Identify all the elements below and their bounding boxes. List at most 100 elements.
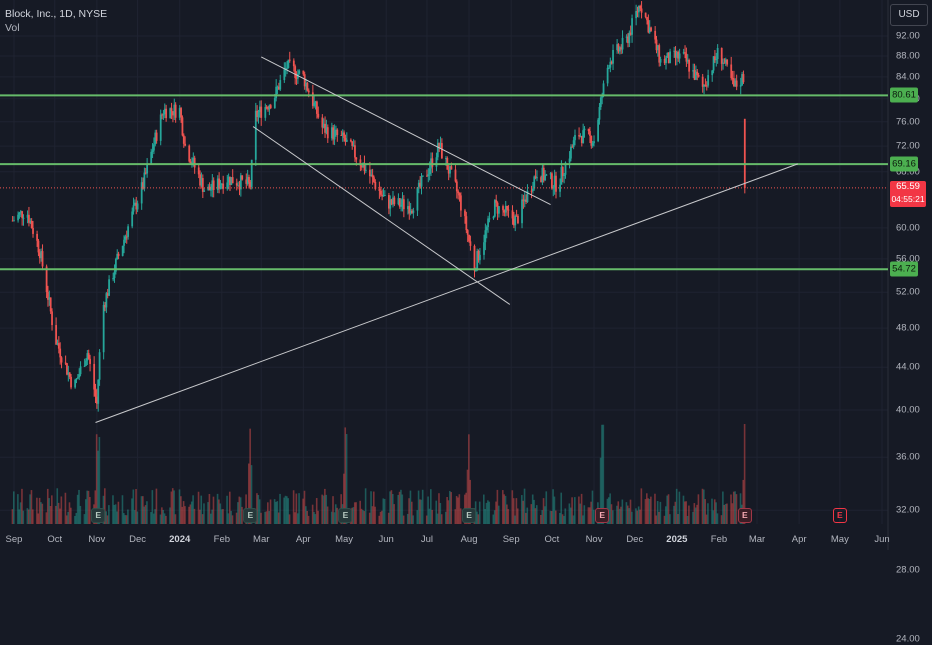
time-tick-label: Dec bbox=[626, 534, 644, 545]
time-tick-label: Sep bbox=[502, 534, 520, 545]
candle-body bbox=[517, 215, 519, 224]
price-chart[interactable] bbox=[0, 0, 932, 550]
volume-bar bbox=[70, 507, 72, 524]
candle-body bbox=[684, 52, 686, 54]
volume-bar bbox=[60, 496, 63, 524]
time-tick-label: Jul bbox=[420, 534, 434, 545]
volume-bar bbox=[184, 506, 186, 524]
candle-body bbox=[306, 82, 309, 91]
candle-body bbox=[621, 37, 624, 50]
time-tick-label: Nov bbox=[585, 534, 603, 545]
candle-body bbox=[112, 278, 115, 280]
volume-bar bbox=[155, 488, 158, 524]
candle-body bbox=[598, 107, 601, 120]
candle-body bbox=[155, 132, 158, 141]
candle-body bbox=[720, 47, 723, 64]
candle-body bbox=[354, 145, 356, 158]
candle-body bbox=[181, 117, 184, 136]
candle-body bbox=[743, 118, 746, 188]
volume-bar bbox=[174, 514, 177, 524]
volume-bar bbox=[260, 512, 262, 524]
candle-body bbox=[257, 112, 260, 118]
currency-button[interactable]: USD bbox=[890, 4, 928, 26]
candle-body bbox=[30, 220, 33, 229]
candle-body bbox=[723, 62, 726, 64]
volume-bar bbox=[146, 501, 148, 524]
candle-body bbox=[210, 189, 212, 191]
candle-body bbox=[487, 218, 489, 228]
volume-bar bbox=[583, 505, 586, 524]
candle-body bbox=[294, 66, 297, 78]
candle-body bbox=[87, 353, 90, 359]
candle-body bbox=[371, 174, 374, 178]
price-tick-label: 32.00 bbox=[896, 504, 920, 516]
candle-body bbox=[488, 218, 491, 220]
candle-body bbox=[587, 128, 590, 132]
time-tick-label: May bbox=[335, 534, 354, 545]
volume-label[interactable]: Vol bbox=[5, 21, 107, 35]
candle-body bbox=[440, 143, 443, 159]
candle-body bbox=[286, 67, 288, 69]
volume-bar bbox=[393, 504, 395, 524]
volume-bar bbox=[450, 492, 452, 524]
candle-body bbox=[473, 245, 476, 271]
last-price-value: 65.59 bbox=[896, 180, 920, 192]
price-tick-label: 48.00 bbox=[896, 322, 920, 334]
candle-body bbox=[108, 279, 110, 296]
candle-body bbox=[606, 67, 609, 84]
time-tick-label: Mar bbox=[748, 534, 766, 545]
candle-body bbox=[288, 59, 291, 61]
time-tick-label: Feb bbox=[213, 534, 231, 545]
volume-bar bbox=[127, 509, 129, 524]
earnings-marker[interactable]: E bbox=[338, 508, 353, 523]
candle-body bbox=[455, 181, 458, 192]
candle-body bbox=[83, 365, 86, 367]
candle-body bbox=[307, 90, 310, 93]
candle-body bbox=[707, 75, 710, 86]
candle-body bbox=[514, 215, 517, 226]
candle-body bbox=[59, 348, 62, 358]
price-tick-label: 60.00 bbox=[896, 222, 920, 234]
candle-body bbox=[193, 157, 196, 168]
symbol-title[interactable]: Block, Inc., 1D, NYSE bbox=[5, 7, 107, 21]
earnings-marker[interactable]: E bbox=[243, 508, 258, 523]
candle-body bbox=[705, 85, 708, 87]
candle-body bbox=[212, 180, 215, 190]
volume-bar bbox=[288, 514, 291, 524]
level-price-label: 54.72 bbox=[890, 261, 918, 277]
candle-body bbox=[85, 360, 87, 366]
candle-body bbox=[533, 176, 536, 189]
candle-body bbox=[68, 372, 71, 377]
channel-lower-line bbox=[252, 126, 511, 305]
candle-body bbox=[465, 216, 468, 231]
volume-bar bbox=[669, 514, 671, 524]
volume-bar bbox=[621, 499, 624, 524]
candle-body bbox=[317, 113, 320, 118]
volume-bar bbox=[279, 493, 281, 524]
earnings-marker[interactable]: E bbox=[595, 508, 610, 523]
candle-body bbox=[458, 193, 461, 196]
price-tick-label: 88.00 bbox=[896, 50, 920, 62]
candle-body bbox=[132, 205, 135, 212]
volume-bar bbox=[478, 501, 481, 524]
earnings-marker[interactable]: E bbox=[737, 508, 752, 523]
candle-body bbox=[102, 305, 105, 353]
candle-body bbox=[203, 190, 206, 192]
candle-body bbox=[162, 114, 165, 116]
earnings-marker[interactable]: E bbox=[462, 508, 477, 523]
candle-body bbox=[730, 64, 733, 78]
earnings-marker[interactable]: E bbox=[91, 508, 106, 523]
volume-bar bbox=[659, 501, 662, 524]
candle-body bbox=[597, 119, 600, 142]
price-tick-label: 76.00 bbox=[896, 116, 920, 128]
candle-body bbox=[400, 204, 403, 207]
candle-body bbox=[435, 157, 438, 167]
price-tick-label: 28.00 bbox=[896, 564, 920, 576]
volume-bar bbox=[13, 491, 15, 524]
candle-body bbox=[697, 74, 700, 77]
earnings-marker[interactable]: E bbox=[832, 508, 847, 523]
candle-body bbox=[17, 214, 19, 221]
volume-bar bbox=[421, 489, 424, 524]
price-tick-label: 36.00 bbox=[896, 451, 920, 463]
candle-body bbox=[49, 297, 52, 312]
